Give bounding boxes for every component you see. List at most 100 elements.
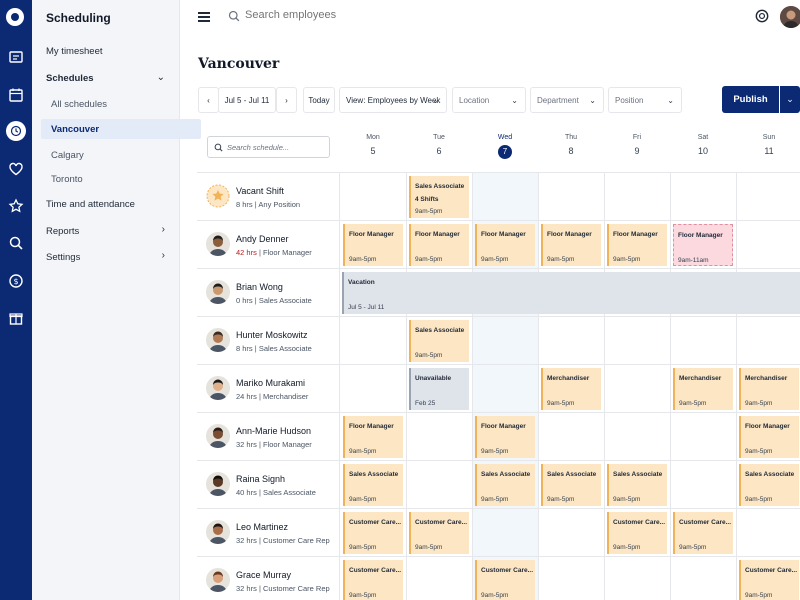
shift-card[interactable]: Floor Manager 9am-5pm: [409, 224, 469, 266]
shift-card[interactable]: Customer Care... 9am-5pm: [409, 512, 469, 554]
dollar-icon[interactable]: $: [0, 268, 32, 294]
nav-item-schedules[interactable]: Schedules: [46, 73, 94, 84]
location-select[interactable]: Location ⌄: [452, 87, 526, 113]
shift-time: 9am-5pm: [349, 256, 377, 263]
nav-item-my-timesheet[interactable]: My timesheet: [46, 46, 103, 57]
column-divider: [604, 461, 605, 509]
day-name: Tue: [433, 134, 445, 141]
nav-item-all-schedules[interactable]: All schedules: [51, 99, 107, 110]
timesheet-icon[interactable]: [0, 44, 32, 70]
column-divider: [538, 221, 539, 269]
help-icon[interactable]: [755, 9, 769, 23]
nav-item-time-attendance[interactable]: Time and attendance: [46, 199, 135, 210]
gift-icon[interactable]: [0, 305, 32, 331]
employee-cell[interactable]: Mariko Murakami 24 hrs | Merchandiser: [197, 365, 340, 413]
schedule-search-input[interactable]: Search schedule...: [207, 136, 330, 158]
shift-card[interactable]: Customer Care... 9am-5pm: [739, 560, 799, 600]
shift-card[interactable]: Customer Care... 9am-5pm: [607, 512, 667, 554]
nav-item-settings[interactable]: Settings: [46, 252, 80, 263]
shift-card[interactable]: Customer Care... 9am-5pm: [673, 512, 733, 554]
employee-avatar: [206, 280, 230, 304]
shift-card[interactable]: Customer Care... 9am-5pm: [475, 560, 535, 600]
shift-card[interactable]: Merchandiser 9am-5pm: [739, 368, 799, 410]
chevron-right-icon[interactable]: ›: [162, 250, 165, 261]
app-logo-icon[interactable]: [6, 8, 24, 26]
shift-card[interactable]: Merchandiser 9am-5pm: [673, 368, 733, 410]
shift-card[interactable]: Sales Associate 9am-5pm: [409, 320, 469, 362]
chevron-down-icon: ⌄: [667, 95, 674, 105]
nav-item-toronto[interactable]: Toronto: [51, 174, 83, 185]
shift-card[interactable]: Floor Manager 9am-5pm: [541, 224, 601, 266]
shift-title: Sales Associate: [745, 471, 795, 478]
publish-button[interactable]: Publish: [722, 86, 779, 113]
shift-time: 9am-5pm: [349, 592, 377, 599]
shift-title: Sales Associate: [415, 327, 465, 334]
date-range-label[interactable]: Jul 5 - Jul 11: [218, 87, 276, 113]
column-divider: [670, 317, 671, 365]
employee-hours: 24 hrs | Merchandiser: [236, 392, 308, 401]
employee-avatar: [206, 328, 230, 352]
employee-cell[interactable]: Leo Martinez 32 hrs | Customer Care Rep: [197, 509, 340, 557]
shift-card[interactable]: Sales Associate 9am-5pm: [607, 464, 667, 506]
chevron-down-icon[interactable]: ⌄: [157, 72, 165, 83]
search-employees-input[interactable]: [245, 9, 445, 21]
next-week-button[interactable]: ›: [276, 87, 297, 113]
employee-hours: 0 hrs | Sales Associate: [236, 296, 312, 305]
shift-card[interactable]: Customer Care... 9am-5pm: [343, 512, 403, 554]
shift-time: 9am-11am: [678, 257, 709, 264]
shift-card[interactable]: Floor Manager 9am-5pm: [343, 416, 403, 458]
chevron-down-icon: ⌄: [786, 94, 794, 104]
shift-card[interactable]: Merchandiser 9am-5pm: [541, 368, 601, 410]
employee-avatar: [206, 472, 230, 496]
department-select-label: Department: [537, 95, 579, 105]
prev-week-button[interactable]: ‹: [198, 87, 219, 113]
shift-card[interactable]: Floor Manager 9am-5pm: [607, 224, 667, 266]
shift-card[interactable]: Customer Care... 9am-5pm: [343, 560, 403, 600]
menu-icon[interactable]: [198, 12, 210, 22]
shift-card[interactable]: Floor Manager 9am-5pm: [475, 224, 535, 266]
nav-item-calgary[interactable]: Calgary: [51, 150, 84, 161]
position-select[interactable]: Position ⌄: [608, 87, 682, 113]
nav-item-reports[interactable]: Reports: [46, 226, 79, 237]
hours-value: 8 hrs: [236, 344, 253, 353]
employee-cell[interactable]: Grace Murray 32 hrs | Customer Care Rep: [197, 557, 340, 600]
publish-options-button[interactable]: ⌄: [780, 86, 800, 113]
clock-icon[interactable]: [0, 118, 32, 144]
view-select[interactable]: View: Employees by Week ⌄: [339, 87, 447, 113]
shift-card[interactable]: Sales Associate 9am-5pm: [541, 464, 601, 506]
nav-item-vancouver[interactable]: Vancouver: [41, 119, 201, 139]
shift-card[interactable]: Sales Associate 9am-5pm: [343, 464, 403, 506]
department-select[interactable]: Department ⌄: [530, 87, 604, 113]
shift-card[interactable]: Floor Manager 9am-5pm: [739, 416, 799, 458]
star-icon[interactable]: [0, 193, 32, 219]
shift-card[interactable]: Floor Manager 9am-11am: [673, 224, 733, 266]
shift-title: Customer Care...: [481, 567, 534, 574]
employee-cell[interactable]: Hunter Moskowitz 8 hrs | Sales Associate: [197, 317, 340, 365]
column-divider: [736, 317, 737, 365]
shift-card[interactable]: Sales Associate 9am-5pm: [475, 464, 535, 506]
search-people-icon[interactable]: [0, 230, 32, 256]
shift-title: Floor Manager: [415, 231, 460, 238]
shift-card[interactable]: Floor Manager 9am-5pm: [343, 224, 403, 266]
employee-cell[interactable]: Andy Denner 42 hrs | Floor Manager: [197, 221, 340, 269]
heart-icon[interactable]: [0, 156, 32, 182]
day-name: Sun: [762, 134, 776, 141]
user-avatar[interactable]: [780, 6, 800, 28]
schedule-grid: Search schedule... Mon 5 Tue 6 Wed 7 Thu 8 Fri 9 S…: [197, 124, 800, 600]
shift-title: Sales Associate: [349, 471, 399, 478]
employee-cell[interactable]: Raina Signh 40 hrs | Sales Associate: [197, 461, 340, 509]
svg-text:$: $: [13, 277, 18, 286]
employee-cell[interactable]: Vacant Shift 8 hrs | Any Position: [197, 173, 340, 221]
unavailable-block[interactable]: Unavailable Feb 25: [409, 368, 469, 410]
calendar-icon[interactable]: [0, 82, 32, 108]
vacation-block[interactable]: Vacation Jul 5 - Jul 11: [342, 272, 800, 314]
employee-hours: 8 hrs | Any Position: [236, 200, 300, 209]
shift-card[interactable]: Floor Manager 9am-5pm: [475, 416, 535, 458]
employee-cell[interactable]: Ann-Marie Hudson 32 hrs | Floor Manager: [197, 413, 340, 461]
today-button[interactable]: Today: [303, 87, 335, 113]
shift-card[interactable]: Sales Associate 9am-5pm: [739, 464, 799, 506]
shift-time: 9am-5pm: [745, 496, 773, 503]
chevron-right-icon[interactable]: ›: [162, 224, 165, 235]
shift-card[interactable]: Sales Associate 4 Shifts 9am-5pm: [409, 176, 469, 218]
employee-cell[interactable]: Brian Wong 0 hrs | Sales Associate: [197, 269, 340, 317]
